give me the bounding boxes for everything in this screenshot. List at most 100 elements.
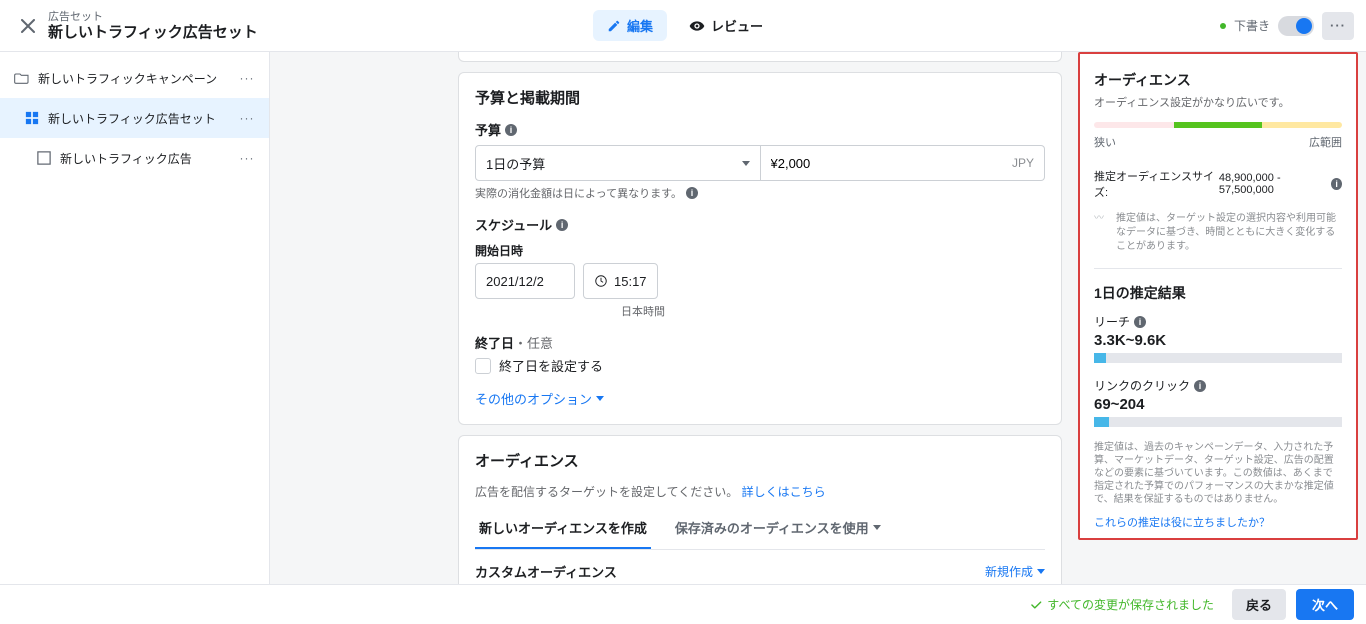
reach-value: 3.3K~9.6K xyxy=(1094,332,1342,349)
tab-new-audience[interactable]: 新しいオーディエンスを作成 xyxy=(475,508,651,549)
daily-title: 1日の推定結果 xyxy=(1094,283,1342,303)
header-subtitle: 広告セット xyxy=(48,10,258,24)
timezone-label: 日本時間 xyxy=(475,303,665,319)
budget-type-select[interactable]: 1日の予算 xyxy=(475,145,761,181)
reach-bar xyxy=(1094,353,1342,363)
eye-icon xyxy=(689,18,705,34)
budget-schedule-title: 予算と掲載期間 xyxy=(475,87,1045,108)
end-label: 終了日 xyxy=(475,336,514,351)
trend-icon: 〰 xyxy=(1094,212,1110,254)
info-icon[interactable]: i xyxy=(556,219,568,231)
more-options-label: その他のオプション xyxy=(475,389,592,408)
audience-width-gauge xyxy=(1094,122,1342,128)
estimate-footnote: 推定値は、過去のキャンペーンデータ、入力された予算、マーケットデータ、ターゲット… xyxy=(1094,441,1342,506)
chevron-down-icon xyxy=(596,396,604,401)
new-audience-link-label: 新規作成 xyxy=(985,563,1033,580)
more-options-link[interactable]: その他のオプション xyxy=(475,389,1045,408)
tree-item-more[interactable]: ··· xyxy=(235,146,259,170)
tree-item-more[interactable]: ··· xyxy=(235,106,259,130)
gauge-narrow-label: 狭い xyxy=(1094,134,1116,150)
custom-audience-label: カスタムオーディエンス xyxy=(475,562,617,581)
gauge-wide-label: 広範囲 xyxy=(1309,134,1342,150)
bottom-bar: すべての変更が保存されました 戻る 次へ xyxy=(0,584,1366,624)
tree-adset-label: 新しいトラフィック広告セット xyxy=(48,110,216,127)
ad-icon xyxy=(36,150,52,166)
header-title: 新しいトラフィック広告セット xyxy=(48,24,258,42)
info-icon[interactable]: i xyxy=(1194,380,1206,392)
start-date-input[interactable]: 2021/12/2 xyxy=(475,263,575,299)
tree-ad-label: 新しいトラフィック広告 xyxy=(60,150,192,167)
end-optional: ・任意 xyxy=(514,336,553,351)
save-status-label: すべての変更が保存されました xyxy=(1047,596,1214,613)
end-date-checkbox[interactable] xyxy=(475,358,491,374)
tree-ad[interactable]: 新しいトラフィック広告 ··· xyxy=(0,138,269,178)
end-date-checkbox-label: 終了日を設定する xyxy=(499,356,603,375)
chevron-down-icon xyxy=(742,161,750,166)
review-button-label: レビュー xyxy=(711,16,763,35)
campaign-tree-sidebar: 新しいトラフィックキャンペーン ··· 新しいトラフィック広告セット ··· 新… xyxy=(0,52,270,584)
info-icon[interactable]: i xyxy=(686,187,698,199)
back-button-label: 戻る xyxy=(1246,598,1272,613)
pencil-icon xyxy=(607,19,621,33)
card-partial-above xyxy=(458,52,1062,62)
info-icon[interactable]: i xyxy=(505,124,517,136)
draft-toggle[interactable] xyxy=(1278,16,1314,36)
rp-subtitle: オーディエンス設定がかなり広いです。 xyxy=(1094,94,1342,110)
budget-currency: JPY xyxy=(1012,156,1034,170)
start-label: 開始日時 xyxy=(475,242,1045,259)
clicks-value: 69~204 xyxy=(1094,396,1342,413)
schedule-label: スケジュール xyxy=(475,215,552,234)
check-icon xyxy=(1029,598,1043,612)
info-icon[interactable]: i xyxy=(1331,178,1342,190)
info-icon[interactable]: i xyxy=(1134,316,1146,328)
audience-card: オーディエンス 広告を配信するターゲットを設定してください。 詳しくはこちら 新… xyxy=(458,435,1062,584)
status-dot xyxy=(1220,23,1226,29)
feedback-link[interactable]: これらの推定は役に立ちましたか？ xyxy=(1094,514,1342,530)
tree-campaign[interactable]: 新しいトラフィックキャンペーン ··· xyxy=(0,58,269,98)
edit-button[interactable]: 編集 xyxy=(593,10,667,41)
next-button-label: 次へ xyxy=(1312,598,1338,613)
audience-title: オーディエンス xyxy=(475,450,1045,471)
start-date-value: 2021/12/2 xyxy=(486,274,544,289)
close-button[interactable] xyxy=(12,10,44,42)
tree-campaign-label: 新しいトラフィックキャンペーン xyxy=(38,70,217,87)
edit-button-label: 編集 xyxy=(627,16,653,35)
est-size-note: 推定値は、ターゲット設定の選択内容や利用可能なデータに基づき、時間とともに大きく… xyxy=(1116,212,1342,254)
folder-icon xyxy=(14,70,30,86)
tab-saved-audience-label: 保存済みのオーディエンスを使用 xyxy=(675,518,869,537)
budget-schedule-card: 予算と掲載期間 予算 i 1日の予算 JPY xyxy=(458,72,1062,425)
budget-helper: 実際の消化金額は日によって異なります。 xyxy=(475,185,682,201)
main-content: 予算と掲載期間 予算 i 1日の予算 JPY xyxy=(270,52,1366,584)
back-button[interactable]: 戻る xyxy=(1232,589,1286,620)
top-header: 広告セット 新しいトラフィック広告セット 編集 レビュー 下書き ··· xyxy=(0,0,1366,52)
audience-learn-more-link[interactable]: 詳しくはこちら xyxy=(742,485,826,499)
budget-amount-field[interactable] xyxy=(771,156,1012,171)
chevron-down-icon xyxy=(873,525,881,530)
budget-amount-input[interactable]: JPY xyxy=(761,145,1046,181)
est-size-label: 推定オーディエンスサイズ: xyxy=(1094,168,1215,200)
start-time-value: 15:17 xyxy=(614,274,647,289)
budget-label: 予算 xyxy=(475,120,501,139)
adset-icon xyxy=(24,110,40,126)
clock-icon xyxy=(594,274,608,288)
start-time-input[interactable]: 15:17 xyxy=(583,263,658,299)
tab-new-audience-label: 新しいオーディエンスを作成 xyxy=(479,518,647,537)
header-title-block: 広告セット 新しいトラフィック広告セット xyxy=(48,10,258,42)
clicks-bar xyxy=(1094,417,1342,427)
chevron-down-icon xyxy=(1037,569,1045,574)
save-status: すべての変更が保存されました xyxy=(1029,596,1214,613)
rp-title: オーディエンス xyxy=(1094,70,1342,90)
audience-desc: 広告を配信するターゲットを設定してください。 xyxy=(475,485,738,499)
reach-label: リーチ xyxy=(1094,313,1130,330)
budget-type-value: 1日の予算 xyxy=(486,154,545,173)
header-more-button[interactable]: ··· xyxy=(1322,12,1354,40)
audience-insights-panel: オーディエンス オーディエンス設定がかなり広いです。 狭い 広範囲 推定オーディ… xyxy=(1078,52,1358,540)
tree-adset[interactable]: 新しいトラフィック広告セット ··· xyxy=(0,98,269,138)
new-audience-link[interactable]: 新規作成 xyxy=(985,563,1045,580)
next-button[interactable]: 次へ xyxy=(1296,589,1354,620)
est-size-value: 48,900,000 - 57,500,000 xyxy=(1219,172,1327,196)
clicks-label: リンクのクリック xyxy=(1094,377,1190,394)
review-button[interactable]: レビュー xyxy=(679,10,773,41)
tree-item-more[interactable]: ··· xyxy=(235,66,259,90)
tab-saved-audience[interactable]: 保存済みのオーディエンスを使用 xyxy=(671,508,885,549)
